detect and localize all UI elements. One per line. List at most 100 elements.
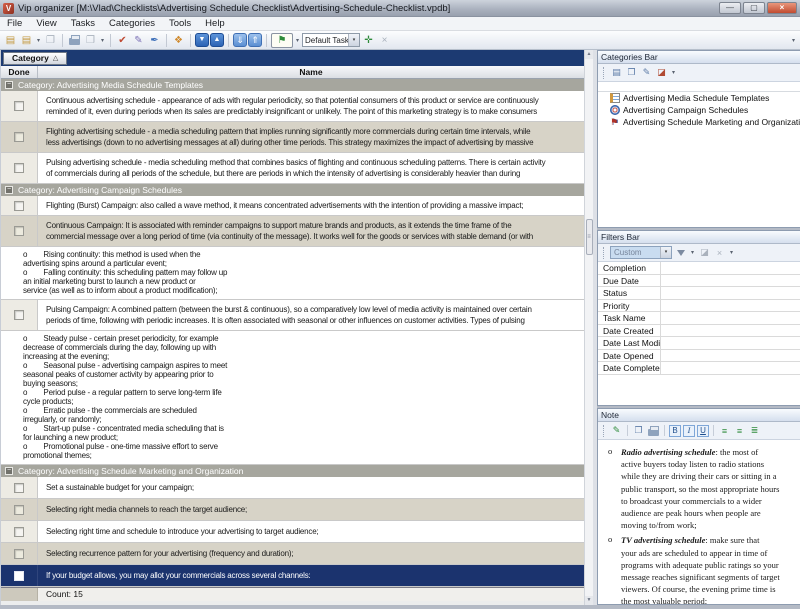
task-name[interactable]: Selecting right time and schedule to int… [38,521,584,542]
default-task-select[interactable]: Default Task ▾ [302,33,360,47]
chevron-down-icon[interactable]: ▾ [348,34,359,46]
checkbox[interactable] [14,163,24,173]
filter-value[interactable] [660,287,800,299]
task-row[interactable]: Selecting right time and schedule to int… [1,521,584,543]
edit-task-icon[interactable]: ✎ [131,33,146,48]
task-name[interactable]: Continuous Campaign: It is associated wi… [38,216,584,246]
task-name[interactable]: Pulsing Campaign: A combined pattern (be… [38,300,584,330]
delete-category-icon[interactable]: ◪ [655,66,668,79]
delete-icon[interactable]: × [377,33,392,48]
new-task-icon[interactable]: ▤ [3,33,18,48]
filter-value[interactable] [660,312,800,324]
task-row[interactable]: Pulsing Campaign: A combined pattern (be… [1,300,584,331]
new-note-icon[interactable]: ▤ [19,33,34,48]
categories-overflow-icon[interactable]: ▾ [670,69,677,76]
task-row[interactable]: Pulsing advertising schedule - media sch… [1,153,584,184]
checkbox[interactable] [14,505,24,515]
print-dropdown-icon[interactable]: ▾ [99,37,106,44]
move-task-icon[interactable]: ❖ [171,33,186,48]
chevron-down-icon[interactable]: ▾ [660,247,671,258]
checkbox[interactable] [14,310,24,320]
collapse-icon[interactable]: − [5,186,13,194]
checkbox[interactable] [14,483,24,493]
menu-file[interactable]: File [0,17,29,30]
minimize-button[interactable]: — [719,2,741,14]
collapse-all-icon[interactable]: ⇑ [248,33,262,47]
task-row[interactable]: Continuous advertising schedule - appear… [1,91,584,122]
filter-preset-select[interactable]: Custom ▾ [610,246,672,259]
new-dropdown-icon[interactable]: ▾ [35,37,42,44]
filter-value[interactable] [660,300,800,312]
checkbox[interactable] [14,226,24,236]
task-name[interactable]: Set a sustainable budget for your campai… [38,477,584,498]
filter-value[interactable] [660,262,800,274]
task-row[interactable]: Selecting recurrence pattern for your ad… [1,543,584,565]
menu-view[interactable]: View [29,17,63,30]
task-name[interactable]: If your budget allows, you may allot you… [38,565,584,586]
task-row[interactable]: Set a sustainable budget for your campai… [1,477,584,499]
delete-filter-icon[interactable]: × [713,246,726,259]
italic-icon[interactable]: I [683,425,695,437]
duplicate-task-icon[interactable]: ❐ [43,33,58,48]
underline-icon[interactable]: U [697,425,709,437]
checkbox[interactable] [14,571,24,581]
task-row-selected[interactable]: If your budget allows, you may allot you… [1,565,584,587]
maximize-button[interactable]: ▢ [743,2,765,14]
add-subcategory-icon[interactable]: ❐ [625,66,638,79]
apply-template-icon[interactable]: ✛ [361,33,376,48]
task-name[interactable]: Continuous advertising schedule - appear… [38,91,584,121]
category-item[interactable]: ⚑ Advertising Schedule Marketing and Org… [598,116,800,128]
align-center-icon[interactable]: ≡ [733,424,746,437]
filter-value[interactable] [660,337,800,349]
apply-filter-icon[interactable] [674,246,687,259]
task-name[interactable]: Selecting recurrence pattern for your ad… [38,543,584,564]
menu-tools[interactable]: Tools [162,17,198,30]
task-row[interactable]: Continuous Campaign: It is associated wi… [1,216,584,247]
bullet-list-icon[interactable]: ≣ [748,424,761,437]
checkbox[interactable] [14,101,24,111]
checkbox[interactable] [14,549,24,559]
menu-categories[interactable]: Categories [102,17,162,30]
task-row[interactable]: Flighting advertising schedule - a media… [1,122,584,153]
filter-value[interactable] [660,362,800,374]
task-name[interactable]: Flighting (Burst) Campaign: also called … [38,196,584,215]
task-name[interactable]: Selecting right media channels to reach … [38,499,584,520]
menu-tasks[interactable]: Tasks [64,17,102,30]
note-content[interactable]: o Radio advertising schedule: the most o… [598,440,800,604]
preview-icon[interactable]: ❐ [632,424,645,437]
move-down-icon[interactable]: ▼ [195,33,209,47]
bold-icon[interactable]: B [669,425,681,437]
task-subitems[interactable]: o Rising continuity: this method is used… [1,247,584,300]
category-item-selected[interactable]: Advertising Media Schedule Templates 3 3 [598,92,800,104]
group-header[interactable]: − Category: Advertising Schedule Marketi… [1,465,584,477]
task-name[interactable]: Pulsing advertising schedule - media sch… [38,153,584,183]
group-by-category-button[interactable]: Category △ [3,52,67,65]
close-button[interactable]: × [767,2,797,14]
toolbar-overflow-icon[interactable]: ▾ [790,37,797,44]
collapse-icon[interactable]: − [5,81,13,89]
add-category-icon[interactable]: ▤ [610,66,623,79]
task-name[interactable]: Flighting advertising schedule - a media… [38,122,584,152]
expand-all-icon[interactable]: ⇓ [233,33,247,47]
group-header[interactable]: − Category: Advertising Media Schedule T… [1,79,584,91]
print-icon[interactable] [647,424,660,437]
move-up-icon[interactable]: ▲ [210,33,224,47]
task-subitems[interactable]: o Steady pulse - certain preset periodic… [1,331,584,465]
task-row[interactable]: Flighting (Burst) Campaign: also called … [1,196,584,216]
vertical-scrollbar[interactable]: ▲ ≡ ▼ [584,50,593,605]
flag-dropdown-icon[interactable]: ▾ [294,37,301,44]
complete-task-icon[interactable]: ✔ [115,33,130,48]
flag-icon[interactable]: ⚑ [271,33,293,48]
print-icon[interactable] [67,33,82,48]
print-preview-icon[interactable]: ❐ [83,33,98,48]
checkbox[interactable] [14,201,24,211]
filter-value[interactable] [660,325,800,337]
align-left-icon[interactable]: ≡ [718,424,731,437]
category-item[interactable]: Advertising Campaign Schedules 3 3 [598,104,800,116]
task-row[interactable]: Selecting right media channels to reach … [1,499,584,521]
filters-overflow-icon[interactable]: ▾ [728,249,735,256]
collapse-icon[interactable]: − [5,467,13,475]
column-name[interactable]: Name [38,66,584,78]
edit-note-icon[interactable]: ✎ [610,424,623,437]
menu-help[interactable]: Help [198,17,232,30]
